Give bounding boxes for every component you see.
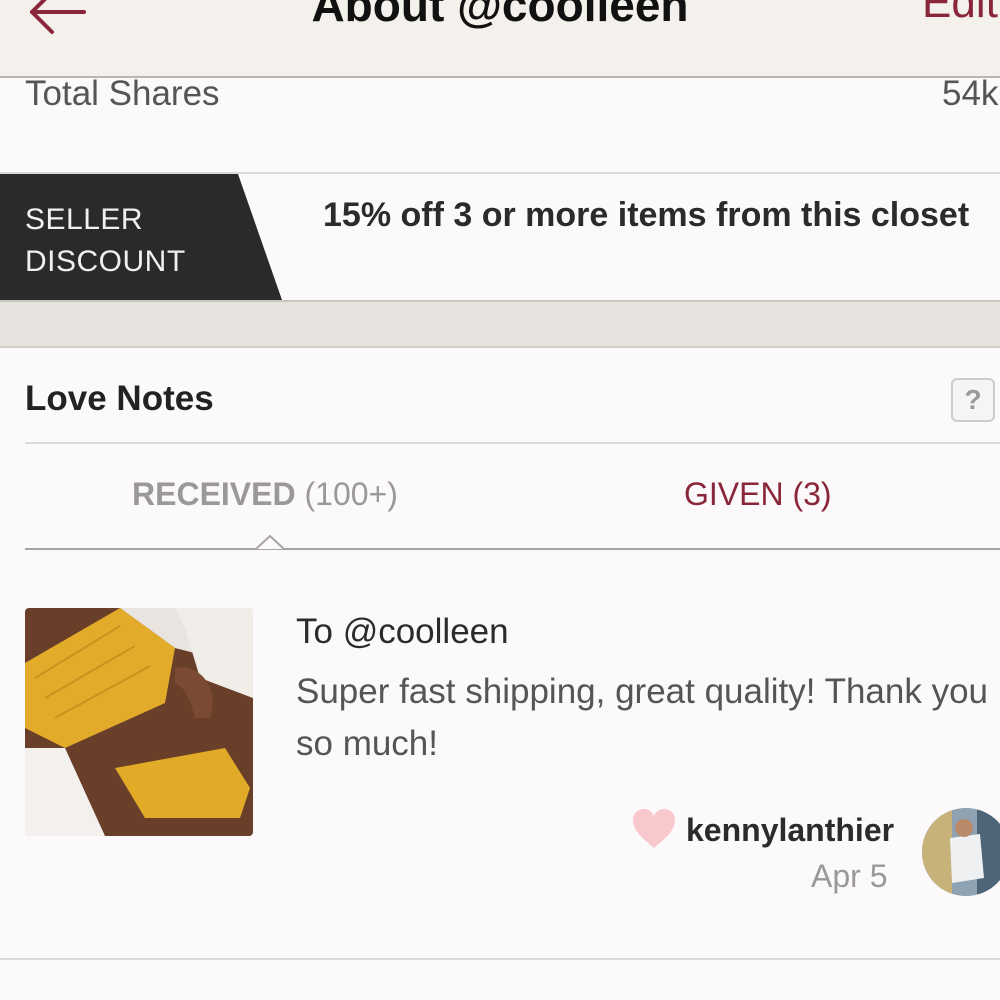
section-divider xyxy=(0,302,1000,348)
seller-discount-badge-line2: DISCOUNT xyxy=(25,245,186,278)
love-notes-header: Love Notes ? xyxy=(25,350,1000,444)
love-note-card: To @coolleen Super fast shipping, great … xyxy=(0,550,1000,960)
seller-discount-badge-label: SELLER DISCOUNT xyxy=(25,199,245,283)
tab-received[interactable]: RECEIVED (100+) xyxy=(132,476,398,513)
tab-given[interactable]: GIVEN (3) xyxy=(684,476,832,513)
closet-about-page: About @coolleen Edit Total Shares 54k SE… xyxy=(0,0,1000,1000)
tab-received-label: RECEIVED xyxy=(132,476,296,512)
heart-icon xyxy=(633,809,675,848)
seller-discount-row: SELLER DISCOUNT 15% off 3 or more items … xyxy=(0,174,1000,302)
help-icon[interactable]: ? xyxy=(951,378,995,422)
seller-discount-text: 15% off 3 or more items from this closet xyxy=(323,196,970,234)
active-tab-caret-icon xyxy=(256,534,284,550)
love-note-date: Apr 5 xyxy=(811,858,888,894)
total-shares-row: Total Shares 54k xyxy=(0,74,1000,174)
seller-discount-badge-line1: SELLER xyxy=(25,203,144,236)
top-nav-bar: About @coolleen Edit xyxy=(0,0,1000,78)
love-notes-tabs: RECEIVED (100+) GIVEN (3) xyxy=(25,444,1000,550)
total-shares-label: Total Shares xyxy=(25,74,220,113)
author-avatar[interactable] xyxy=(922,808,1000,896)
listing-thumbnail[interactable] xyxy=(25,608,253,836)
edit-button[interactable]: Edit xyxy=(922,0,998,28)
page-title: About @coolleen xyxy=(311,0,689,31)
author-avatar-photo xyxy=(922,808,1000,896)
yellow-swimsuit-photo xyxy=(25,608,253,836)
tab-received-count: (100+) xyxy=(304,476,398,512)
love-note-recipient: To @coolleen xyxy=(296,612,509,651)
love-note-author[interactable]: kennylanthier xyxy=(686,812,894,849)
total-shares-value: 54k xyxy=(942,74,999,113)
love-notes-title: Love Notes xyxy=(25,379,214,418)
love-note-message: Super fast shipping, great quality! Than… xyxy=(296,672,989,763)
